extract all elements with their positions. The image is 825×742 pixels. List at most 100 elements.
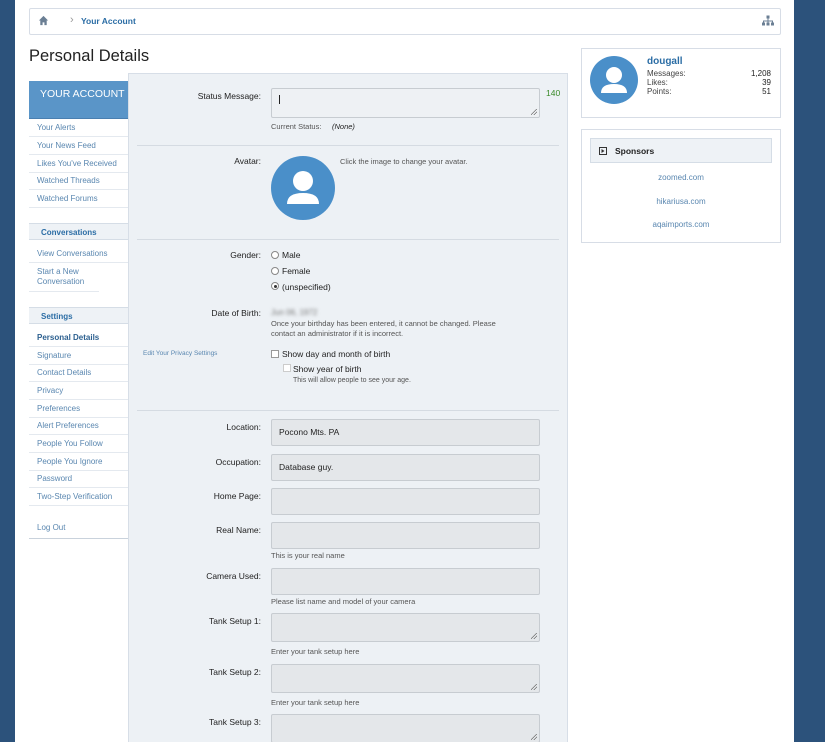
gender-female-label: Female [282, 266, 311, 276]
likes-label: Likes: [647, 78, 668, 87]
play-icon [599, 147, 607, 155]
gender-female-radio[interactable] [271, 267, 279, 275]
nav-item-watched-threads[interactable]: Watched Threads [29, 173, 128, 190]
nav-item-your-alerts[interactable]: Your Alerts [29, 120, 128, 137]
sponsors-header: Sponsors [590, 138, 772, 163]
edit-privacy-link[interactable]: Edit Your Privacy Settings [143, 350, 217, 357]
camera-input[interactable] [271, 568, 540, 595]
gender-unspecified-label: (unspecified) [282, 282, 331, 292]
tank3-textarea[interactable] [271, 714, 540, 742]
tank3-label: Tank Setup 3: [209, 717, 261, 727]
show-year-checkbox[interactable] [283, 364, 291, 372]
sitemap-icon[interactable] [762, 15, 774, 27]
homepage-input[interactable] [271, 488, 540, 515]
current-status-value: (None) [332, 122, 355, 131]
occupation-label: Occupation: [215, 457, 261, 467]
sponsor-link[interactable]: aqaimports.com [582, 220, 780, 229]
gender-unspecified-radio[interactable] [271, 282, 279, 290]
nav-item-signature[interactable]: Signature [29, 349, 128, 365]
breadcrumb: › Your Account [29, 8, 781, 35]
avatar-hint: Click the image to change your avatar. [340, 157, 468, 166]
dob-hint-line1: Once your birthday has been entered, it … [271, 319, 496, 328]
page-title: Personal Details [29, 47, 150, 65]
text-cursor [279, 95, 280, 104]
user-silhouette-icon [601, 67, 627, 93]
user-silhouette-icon [287, 171, 319, 204]
sponsors-title: Sponsors [615, 146, 655, 156]
username-link[interactable]: dougall [647, 56, 683, 67]
status-message-input[interactable] [271, 88, 540, 118]
likes-count: 39 [762, 78, 771, 87]
messages-count: 1,208 [750, 69, 771, 78]
nav-item-alert-preferences[interactable]: Alert Preferences [29, 419, 128, 435]
nav-item-privacy[interactable]: Privacy [29, 384, 128, 400]
breadcrumb-your-account[interactable]: Your Account [81, 16, 136, 26]
home-icon[interactable] [38, 15, 49, 26]
nav-item-start-conversation[interactable]: Start a New Conversation [29, 265, 99, 292]
nav-item-watched-forums[interactable]: Watched Forums [29, 191, 128, 208]
user-info-box: dougall Messages: 1,208 Likes: 39 Points… [581, 48, 781, 118]
nav-item-view-conversations[interactable]: View Conversations [29, 247, 128, 263]
gender-male-label: Male [282, 250, 301, 260]
user-avatar[interactable] [590, 56, 638, 104]
nav-item-news-feed[interactable]: Your News Feed [29, 138, 128, 155]
nav-item-logout[interactable]: Log Out [29, 521, 128, 539]
homepage-label: Home Page: [213, 491, 261, 501]
current-status-label: Current Status: [271, 122, 322, 131]
sponsor-link[interactable]: hikariusa.com [582, 197, 780, 206]
tank2-hint: Enter your tank setup here [271, 698, 360, 707]
divider [137, 145, 559, 146]
nav-item-two-step[interactable]: Two-Step Verification [29, 490, 128, 506]
breadcrumb-separator: › [70, 14, 74, 26]
messages-label: Messages: [647, 69, 686, 78]
resize-grip-icon[interactable] [531, 109, 537, 115]
camera-label: Camera Used: [206, 571, 261, 581]
tank2-textarea[interactable] [271, 664, 540, 693]
divider [137, 410, 559, 411]
nav-item-likes-received[interactable]: Likes You've Received [29, 156, 128, 173]
show-dob-label: Show day and month of birth [282, 349, 391, 359]
tank2-label: Tank Setup 2: [209, 667, 261, 677]
divider [137, 239, 559, 240]
nav-item-personal-details[interactable]: Personal Details [29, 331, 128, 347]
dob-label: Date of Birth: [211, 308, 261, 318]
show-year-hint: This will allow people to see your age. [293, 377, 411, 384]
nav-item-preferences[interactable]: Preferences [29, 402, 128, 418]
dob-hint-line2: contact an administrator if it is incorr… [271, 329, 404, 338]
sponsor-link[interactable]: zoomed.com [582, 173, 780, 182]
occupation-input[interactable]: Database guy. [271, 454, 540, 481]
personal-details-form: Status Message: 140 Current Status: (Non… [128, 73, 568, 742]
page: › Your Account Personal Details YOUR ACC… [15, 0, 794, 742]
gender-male-radio[interactable] [271, 251, 279, 259]
nav-section-conversations: Conversations [29, 223, 128, 240]
resize-grip-icon[interactable] [531, 633, 537, 639]
sponsors-box: Sponsors zoomed.com hikariusa.com aqaimp… [581, 129, 781, 243]
avatar-large[interactable] [271, 156, 335, 220]
location-label: Location: [226, 422, 262, 432]
nav-section-settings: Settings [29, 307, 128, 324]
tank1-hint: Enter your tank setup here [271, 647, 360, 656]
realname-input[interactable] [271, 522, 540, 549]
realname-label: Real Name: [216, 525, 261, 535]
location-input[interactable]: Pocono Mts. PA [271, 419, 540, 446]
show-year-label: Show year of birth [293, 364, 362, 374]
status-char-counter: 140 [546, 88, 561, 98]
nav-item-people-you-ignore[interactable]: People You Ignore [29, 455, 128, 471]
nav-item-password[interactable]: Password [29, 472, 128, 488]
nav-item-contact-details[interactable]: Contact Details [29, 366, 128, 382]
nav-item-people-you-follow[interactable]: People You Follow [29, 437, 128, 453]
avatar-label: Avatar: [234, 156, 261, 166]
nav-header[interactable]: YOUR ACCOUNT [29, 81, 128, 119]
gender-label: Gender: [230, 250, 261, 260]
resize-grip-icon[interactable] [531, 684, 537, 690]
points-label: Points: [647, 87, 672, 96]
points-count: 51 [762, 87, 771, 96]
camera-hint: Please list name and model of your camer… [271, 597, 416, 606]
status-label: Status Message: [197, 91, 261, 101]
tank1-label: Tank Setup 1: [209, 616, 261, 626]
resize-grip-icon[interactable] [531, 734, 537, 740]
tank1-textarea[interactable] [271, 613, 540, 642]
show-dob-checkbox[interactable] [271, 350, 279, 358]
realname-hint: This is your real name [271, 551, 345, 560]
dob-value: Jun 06, 1972 [271, 308, 318, 317]
